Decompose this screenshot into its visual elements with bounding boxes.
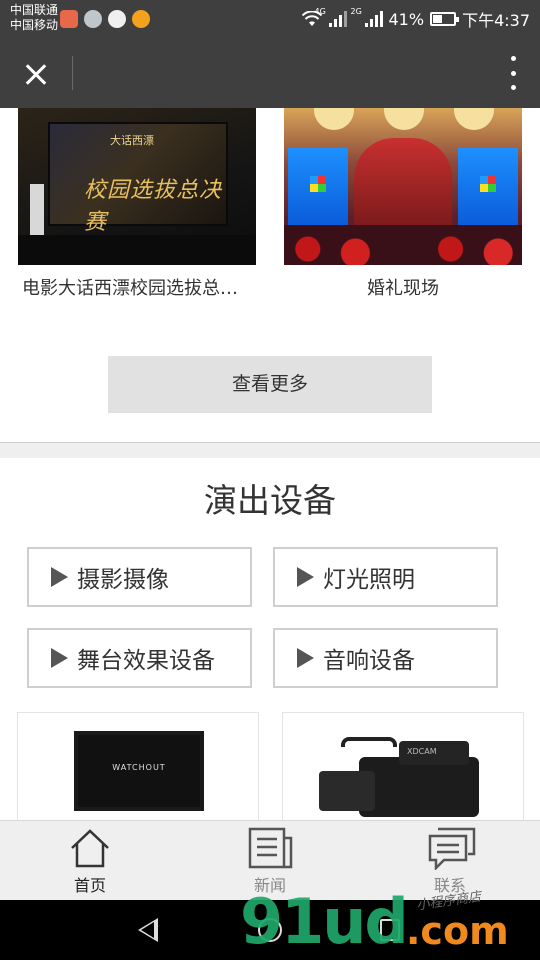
gallery-photo-1[interactable]: 大话西漂 校园选拔总决赛 xyxy=(18,108,256,265)
app-notification-icon xyxy=(60,10,78,28)
gallery-caption-2[interactable]: 婚礼现场 xyxy=(284,274,522,300)
carrier-labels: 中国联通 中国移动 xyxy=(10,3,58,33)
clock: 下午4:37 xyxy=(462,11,530,30)
signal-2g-icon: 2G xyxy=(351,7,383,27)
stage-screen: 大话西漂 校园选拔总决赛 xyxy=(48,122,228,235)
tab-home-label: 首页 xyxy=(73,876,106,895)
view-more-button[interactable]: 查看更多 xyxy=(108,356,432,413)
back-icon[interactable] xyxy=(138,918,158,942)
wedding-arch xyxy=(354,138,452,228)
page-content[interactable]: 大话西漂 校园选拔总决赛 电影大话西漂校园选拔总… 婚礼现场 查看更多 演出设备… xyxy=(0,108,540,820)
chat-icon xyxy=(428,827,476,870)
monitor-screen-text: WATCHOUT xyxy=(112,763,166,772)
category-label: 摄影摄像 xyxy=(77,567,169,593)
category-label: 灯光照明 xyxy=(323,567,415,593)
category-photography[interactable]: 摄影摄像 xyxy=(27,547,252,607)
network-2g-label: 2G xyxy=(350,7,362,16)
category-stage-effects[interactable]: 舞台效果设备 xyxy=(27,628,252,688)
play-triangle-icon xyxy=(51,648,68,668)
gallery-caption-1[interactable]: 电影大话西漂校园选拔总… xyxy=(22,274,260,300)
product-card-monitor[interactable]: WATCHOUT xyxy=(17,712,259,820)
tab-contact[interactable]: 联系 xyxy=(390,821,510,901)
camera-image: XDCAM xyxy=(319,737,489,817)
qq-icon xyxy=(108,10,126,28)
led-screen-left xyxy=(288,148,348,228)
screen-logo-text: 大话西漂 xyxy=(110,134,154,147)
system-nav-bar xyxy=(0,900,540,960)
monitor-image: WATCHOUT xyxy=(74,731,204,811)
play-triangle-icon xyxy=(51,567,68,587)
news-icon xyxy=(248,827,293,869)
battery-icon xyxy=(430,12,460,26)
flower-decor xyxy=(284,225,522,265)
weibo-icon xyxy=(132,10,150,28)
status-bar: 中国联通 中国移动 4G 2G 41% 下午4:37 xyxy=(0,0,540,38)
category-label: 音响设备 xyxy=(323,648,415,674)
led-screen-right xyxy=(458,148,518,228)
nav-bar xyxy=(0,38,540,108)
gallery-photo-2[interactable] xyxy=(284,108,522,265)
more-options-icon[interactable] xyxy=(508,56,518,90)
close-icon[interactable] xyxy=(14,52,58,96)
category-label: 舞台效果设备 xyxy=(77,648,215,674)
recent-apps-icon[interactable] xyxy=(380,919,400,941)
status-right: 4G 2G 41% 下午4:37 xyxy=(301,7,530,31)
play-triangle-icon xyxy=(297,567,314,587)
category-lighting[interactable]: 灯光照明 xyxy=(273,547,498,607)
section-title: 演出设备 xyxy=(204,481,336,520)
carrier-1: 中国联通 xyxy=(10,3,59,17)
tab-news[interactable]: 新闻 xyxy=(210,821,330,901)
carrier-2: 中国移动 xyxy=(10,18,59,32)
battery-percent: 41% xyxy=(388,9,425,29)
bottom-tab-bar: 首页 新闻 联系 xyxy=(0,820,540,900)
home-icon xyxy=(71,829,109,868)
home-circle-icon[interactable] xyxy=(258,918,282,942)
tab-home[interactable]: 首页 xyxy=(30,821,150,901)
camera-brand-text: XDCAM xyxy=(407,747,437,756)
weather-icon xyxy=(84,10,102,28)
signal-4g-icon: 4G xyxy=(315,7,347,27)
tab-contact-label: 联系 xyxy=(433,876,466,895)
stage-floor xyxy=(18,235,256,265)
play-triangle-icon xyxy=(297,648,314,668)
screen-title-text: 校园选拔总决赛 xyxy=(84,178,223,235)
chandelier xyxy=(314,108,354,130)
nav-divider xyxy=(72,56,73,90)
tab-news-label: 新闻 xyxy=(253,876,286,895)
network-4g-label: 4G xyxy=(314,7,326,16)
product-card-camera[interactable]: XDCAM xyxy=(282,712,524,820)
category-audio[interactable]: 音响设备 xyxy=(273,628,498,688)
notification-icons xyxy=(60,10,150,28)
chandelier xyxy=(384,108,424,130)
chandelier xyxy=(454,108,494,130)
section-divider xyxy=(0,442,540,458)
